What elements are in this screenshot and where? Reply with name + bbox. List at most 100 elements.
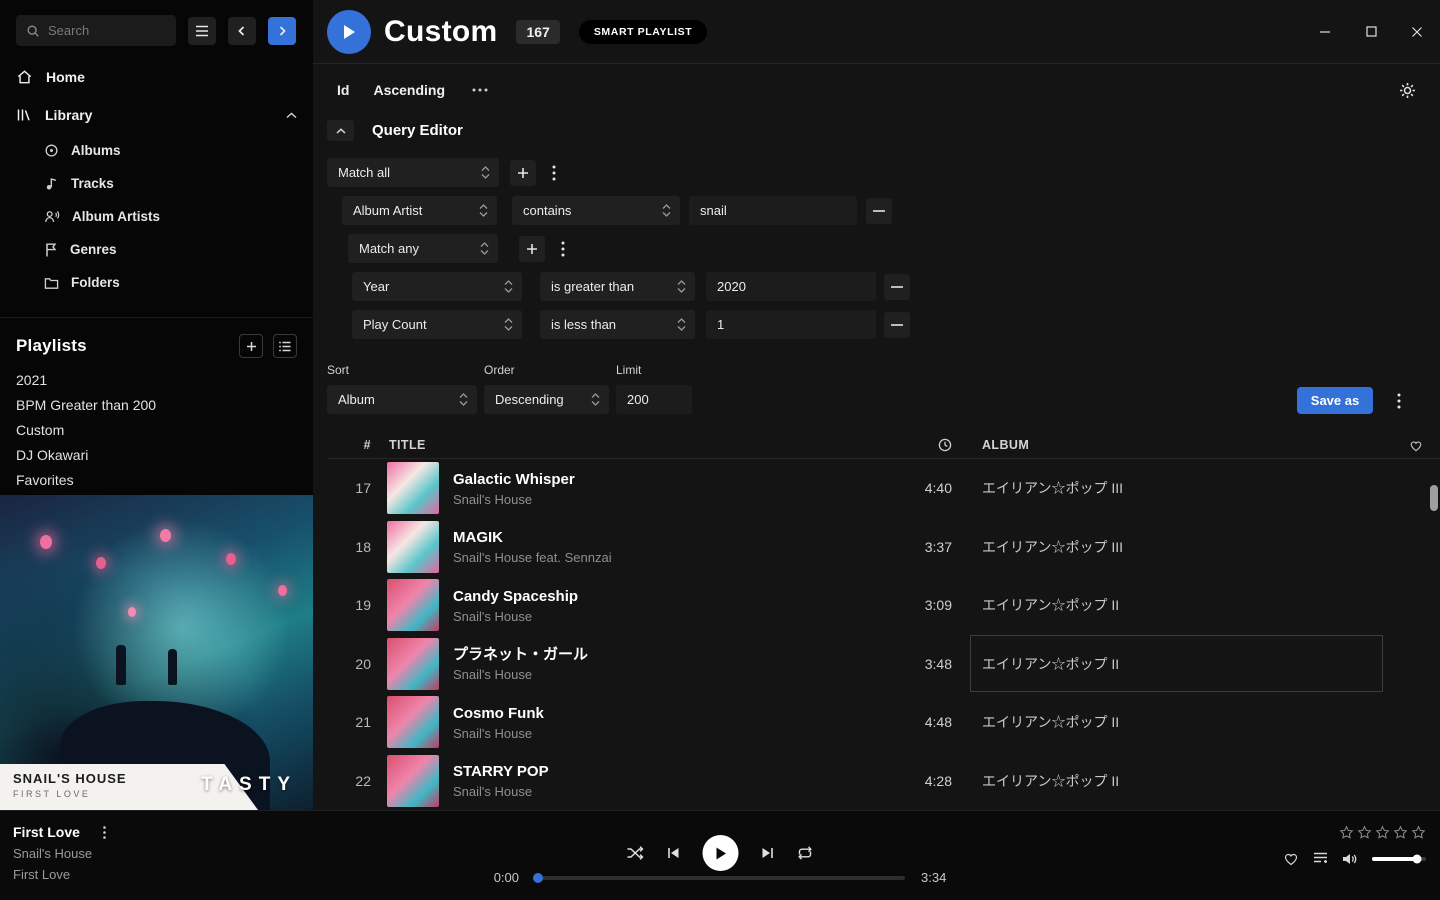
albums-icon	[44, 143, 59, 158]
volume-slider[interactable]	[1372, 857, 1426, 861]
track-row[interactable]: 18 MAGIK Snail's House feat. Sennzai 3:3…	[327, 518, 1440, 577]
scrollbar-thumb[interactable]	[1430, 485, 1438, 511]
repeat-button[interactable]	[797, 845, 814, 861]
rule-operator-select[interactable]: is greater than	[540, 272, 695, 301]
save-as-button[interactable]: Save as	[1297, 387, 1373, 414]
album-cell: エイリアン☆ポップ II	[958, 712, 1392, 732]
rating-star-icon[interactable]	[1375, 825, 1390, 840]
seek-handle[interactable]	[533, 873, 543, 883]
sidebar-item-genres[interactable]: Genres	[0, 233, 313, 266]
lantern-decoration	[128, 607, 136, 617]
track-row[interactable]: 19 Candy Spaceship Snail's House 3:09 エイ…	[327, 576, 1440, 635]
remove-rule-button[interactable]	[884, 312, 910, 338]
minimize-icon	[1319, 26, 1331, 38]
volume-button[interactable]	[1342, 852, 1358, 866]
rule-operator-select[interactable]: is less than	[540, 310, 695, 339]
now-playing-options-button[interactable]	[98, 825, 112, 839]
track-row[interactable]: 21 Cosmo Funk Snail's House 4:48 エイリアン☆ポ…	[327, 693, 1440, 752]
add-rule-button[interactable]	[510, 160, 536, 186]
queue-button[interactable]	[1313, 852, 1328, 865]
page-title: Custom	[384, 15, 497, 49]
save-options-button[interactable]	[1386, 388, 1412, 414]
shuffle-button[interactable]	[627, 845, 645, 861]
kebab-icon	[552, 165, 556, 181]
back-button[interactable]	[228, 17, 256, 45]
sidebar-item-home[interactable]: Home	[0, 58, 313, 96]
close-button[interactable]	[1394, 0, 1440, 63]
sort-field-button[interactable]: Id	[337, 82, 349, 98]
column-title[interactable]: TITLE	[373, 438, 888, 452]
query-sort-controls: Sort Album Order Descending	[327, 363, 1440, 414]
menu-button[interactable]	[188, 17, 216, 45]
rule-field-select[interactable]: Year	[352, 272, 522, 301]
ellipsis-icon	[472, 88, 488, 92]
rating-star-icon[interactable]	[1411, 825, 1426, 840]
rule-operator-value: is greater than	[551, 279, 634, 294]
match-mode-select[interactable]: Match all	[327, 158, 499, 187]
group-options-button[interactable]	[550, 236, 576, 262]
query-sort-value: Album	[338, 392, 375, 407]
rule-field-select[interactable]: Play Count	[352, 310, 522, 339]
query-editor: Query Editor Match all	[313, 114, 1440, 414]
previous-button[interactable]	[667, 846, 681, 860]
settings-button[interactable]	[1396, 79, 1418, 101]
shuffle-icon	[627, 845, 645, 861]
track-artist: Snail's House	[453, 667, 588, 682]
minimize-button[interactable]	[1302, 0, 1348, 63]
forward-button[interactable]	[268, 17, 296, 45]
playlist-list-button[interactable]	[273, 334, 297, 358]
group-match-mode-select[interactable]: Match any	[348, 234, 498, 263]
sidebar-item-tracks[interactable]: Tracks	[0, 167, 313, 200]
play-pause-button[interactable]	[703, 835, 739, 871]
search-input[interactable]	[48, 23, 166, 38]
volume-handle[interactable]	[1413, 854, 1422, 863]
query-limit-input[interactable]	[616, 385, 692, 414]
column-favorite[interactable]	[1392, 439, 1440, 452]
main-area: Custom 167 SMART PLAYLIST	[313, 0, 1440, 810]
playlist-item-2021[interactable]: 2021	[0, 368, 313, 393]
column-duration[interactable]	[888, 438, 958, 452]
query-sort-select[interactable]: Album	[327, 385, 477, 414]
track-row[interactable]: 22 STARRY POP Snail's House 4:28 エイリアン☆ポ…	[327, 752, 1440, 811]
collapse-query-editor-button[interactable]	[327, 120, 354, 141]
playlist-item-bpm[interactable]: BPM Greater than 200	[0, 393, 313, 418]
rule-value-input[interactable]	[689, 196, 857, 225]
playlist-item-favorites[interactable]: Favorites	[0, 468, 313, 493]
query-order-select[interactable]: Descending	[484, 385, 609, 414]
search-box[interactable]	[16, 15, 176, 46]
rating-star-icon[interactable]	[1339, 825, 1354, 840]
remove-rule-button[interactable]	[884, 274, 910, 300]
seek-bar[interactable]	[535, 876, 905, 880]
rule-value-input[interactable]	[706, 310, 876, 339]
column-album[interactable]: ALBUM	[958, 438, 1392, 452]
list-icon	[279, 341, 291, 352]
next-button[interactable]	[761, 846, 775, 860]
remove-rule-button[interactable]	[866, 198, 892, 224]
add-playlist-button[interactable]	[239, 334, 263, 358]
rule-field-select[interactable]: Album Artist	[342, 196, 497, 225]
track-row[interactable]: 20 プラネット・ガール Snail's House 3:48 エイリアン☆ポッ…	[327, 635, 1440, 694]
sidebar-item-albums[interactable]: Albums	[0, 134, 313, 167]
playlist-item-dj-okawari[interactable]: DJ Okawari	[0, 443, 313, 468]
rule-operator-select[interactable]: contains	[512, 196, 680, 225]
sort-order-button[interactable]: Ascending	[373, 82, 445, 98]
more-options-button[interactable]	[469, 79, 491, 101]
sidebar-item-library[interactable]: Library	[0, 96, 313, 134]
column-number[interactable]: #	[327, 438, 373, 452]
track-row[interactable]: 17 Galactic Whisper Snail's House 4:40 エ…	[327, 459, 1440, 518]
plus-icon	[517, 167, 529, 179]
favorite-button[interactable]	[1283, 851, 1299, 866]
sidebar-item-album-artists[interactable]: Album Artists	[0, 200, 313, 233]
sidebar-item-folders[interactable]: Folders	[0, 266, 313, 299]
flag-icon	[44, 242, 58, 257]
album-cell-focused[interactable]: エイリアン☆ポップ II	[970, 635, 1383, 692]
maximize-button[interactable]	[1348, 0, 1394, 63]
play-playlist-button[interactable]	[327, 10, 371, 54]
rating-star-icon[interactable]	[1393, 825, 1408, 840]
rating-stars	[1339, 825, 1426, 840]
rule-value-input[interactable]	[706, 272, 876, 301]
group-options-button[interactable]	[541, 160, 567, 186]
rating-star-icon[interactable]	[1357, 825, 1372, 840]
add-group-rule-button[interactable]	[519, 236, 545, 262]
playlist-item-custom[interactable]: Custom	[0, 418, 313, 443]
